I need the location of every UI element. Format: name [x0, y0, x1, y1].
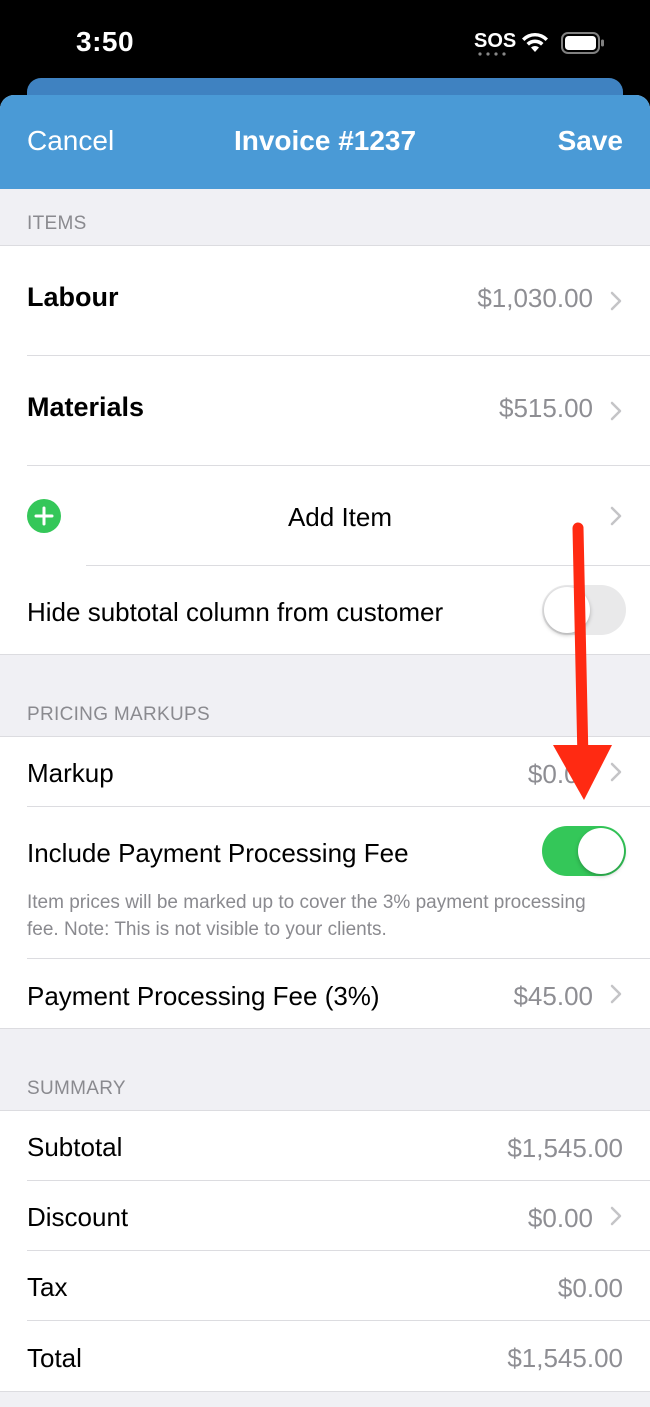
toggle-knob [578, 828, 624, 874]
markups-section-header: PRICING MARKUPS [27, 704, 210, 725]
markup-row[interactable]: Markup $0.00 [0, 737, 650, 806]
fee-toggle-row: Include Payment Processing Fee Item pric… [0, 807, 650, 958]
chevron-right-icon [610, 762, 622, 782]
signal-dots-icon [478, 52, 506, 56]
add-item-label: Add Item [287, 502, 393, 532]
payment-fee-toggle[interactable] [542, 826, 626, 876]
toggle-knob [544, 587, 590, 633]
items-section-header: ITEMS [27, 213, 87, 234]
items-group: Labour $1,030.00 Materials $515.00 Add I… [0, 245, 650, 655]
fee-value: $45.00 [513, 981, 593, 1011]
sos-indicator: SOS [474, 30, 517, 52]
item-row-materials[interactable]: Materials $515.00 [0, 356, 650, 465]
chevron-right-icon [610, 401, 622, 421]
hide-subtotal-row: Hide subtotal column from customer [0, 566, 650, 655]
chevron-right-icon [610, 291, 622, 311]
status-time: 3:50 [76, 26, 135, 57]
summary-label: Total [27, 1343, 82, 1373]
status-bar: 3:50 SOS [0, 0, 650, 90]
summary-value: $1,545.00 [507, 1343, 623, 1373]
summary-section-header: SUMMARY [27, 1078, 126, 1099]
page-title: Invoice #1237 [233, 125, 417, 156]
summary-row-subtotal: Subtotal $1,545.00 [0, 1111, 650, 1180]
hide-subtotal-toggle[interactable] [542, 585, 626, 635]
summary-value: $1,545.00 [507, 1133, 623, 1163]
summary-value: $0.00 [527, 1203, 593, 1233]
item-row-labour[interactable]: Labour $1,030.00 [0, 246, 650, 355]
summary-row-total: Total $1,545.00 [0, 1321, 650, 1391]
summary-group: Subtotal $1,545.00 Discount $0.00 Tax $0… [0, 1110, 650, 1392]
summary-label: Tax [27, 1272, 68, 1302]
summary-value: $0.00 [557, 1273, 623, 1303]
save-button[interactable]: Save [558, 125, 623, 157]
fee-label: Payment Processing Fee (3%) [27, 981, 380, 1011]
chevron-right-icon [610, 984, 622, 1004]
item-label: Labour [27, 282, 119, 312]
wifi-icon [522, 32, 548, 52]
markup-label: Markup [27, 758, 114, 788]
summary-row-discount[interactable]: Discount $0.00 [0, 1181, 650, 1250]
navigation-bar: Cancel Invoice #1237 Save [0, 95, 650, 189]
battery-icon [561, 32, 604, 54]
fee-footnote: Item prices will be marked up to cover t… [27, 892, 586, 940]
invoice-sheet: Cancel Invoice #1237 Save ITEMS Labour $… [0, 95, 650, 1407]
summary-label: Subtotal [27, 1132, 123, 1162]
add-item-button[interactable]: Add Item [0, 466, 650, 565]
markups-group: Markup $0.00 Include Payment Processing … [0, 736, 650, 1029]
fee-toggle-label: Include Payment Processing Fee [27, 838, 409, 868]
summary-row-tax: Tax $0.00 [0, 1251, 650, 1320]
chevron-right-icon [610, 1206, 622, 1226]
markup-value: $0.00 [527, 759, 593, 789]
summary-label: Discount [27, 1202, 129, 1232]
fee-row[interactable]: Payment Processing Fee (3%) $45.00 [0, 959, 650, 1029]
item-value: $1,030.00 [477, 283, 593, 313]
chevron-right-icon [610, 506, 622, 526]
hide-subtotal-label: Hide subtotal column from customer [27, 597, 444, 627]
item-label: Materials [27, 392, 145, 422]
item-value: $515.00 [499, 393, 593, 423]
